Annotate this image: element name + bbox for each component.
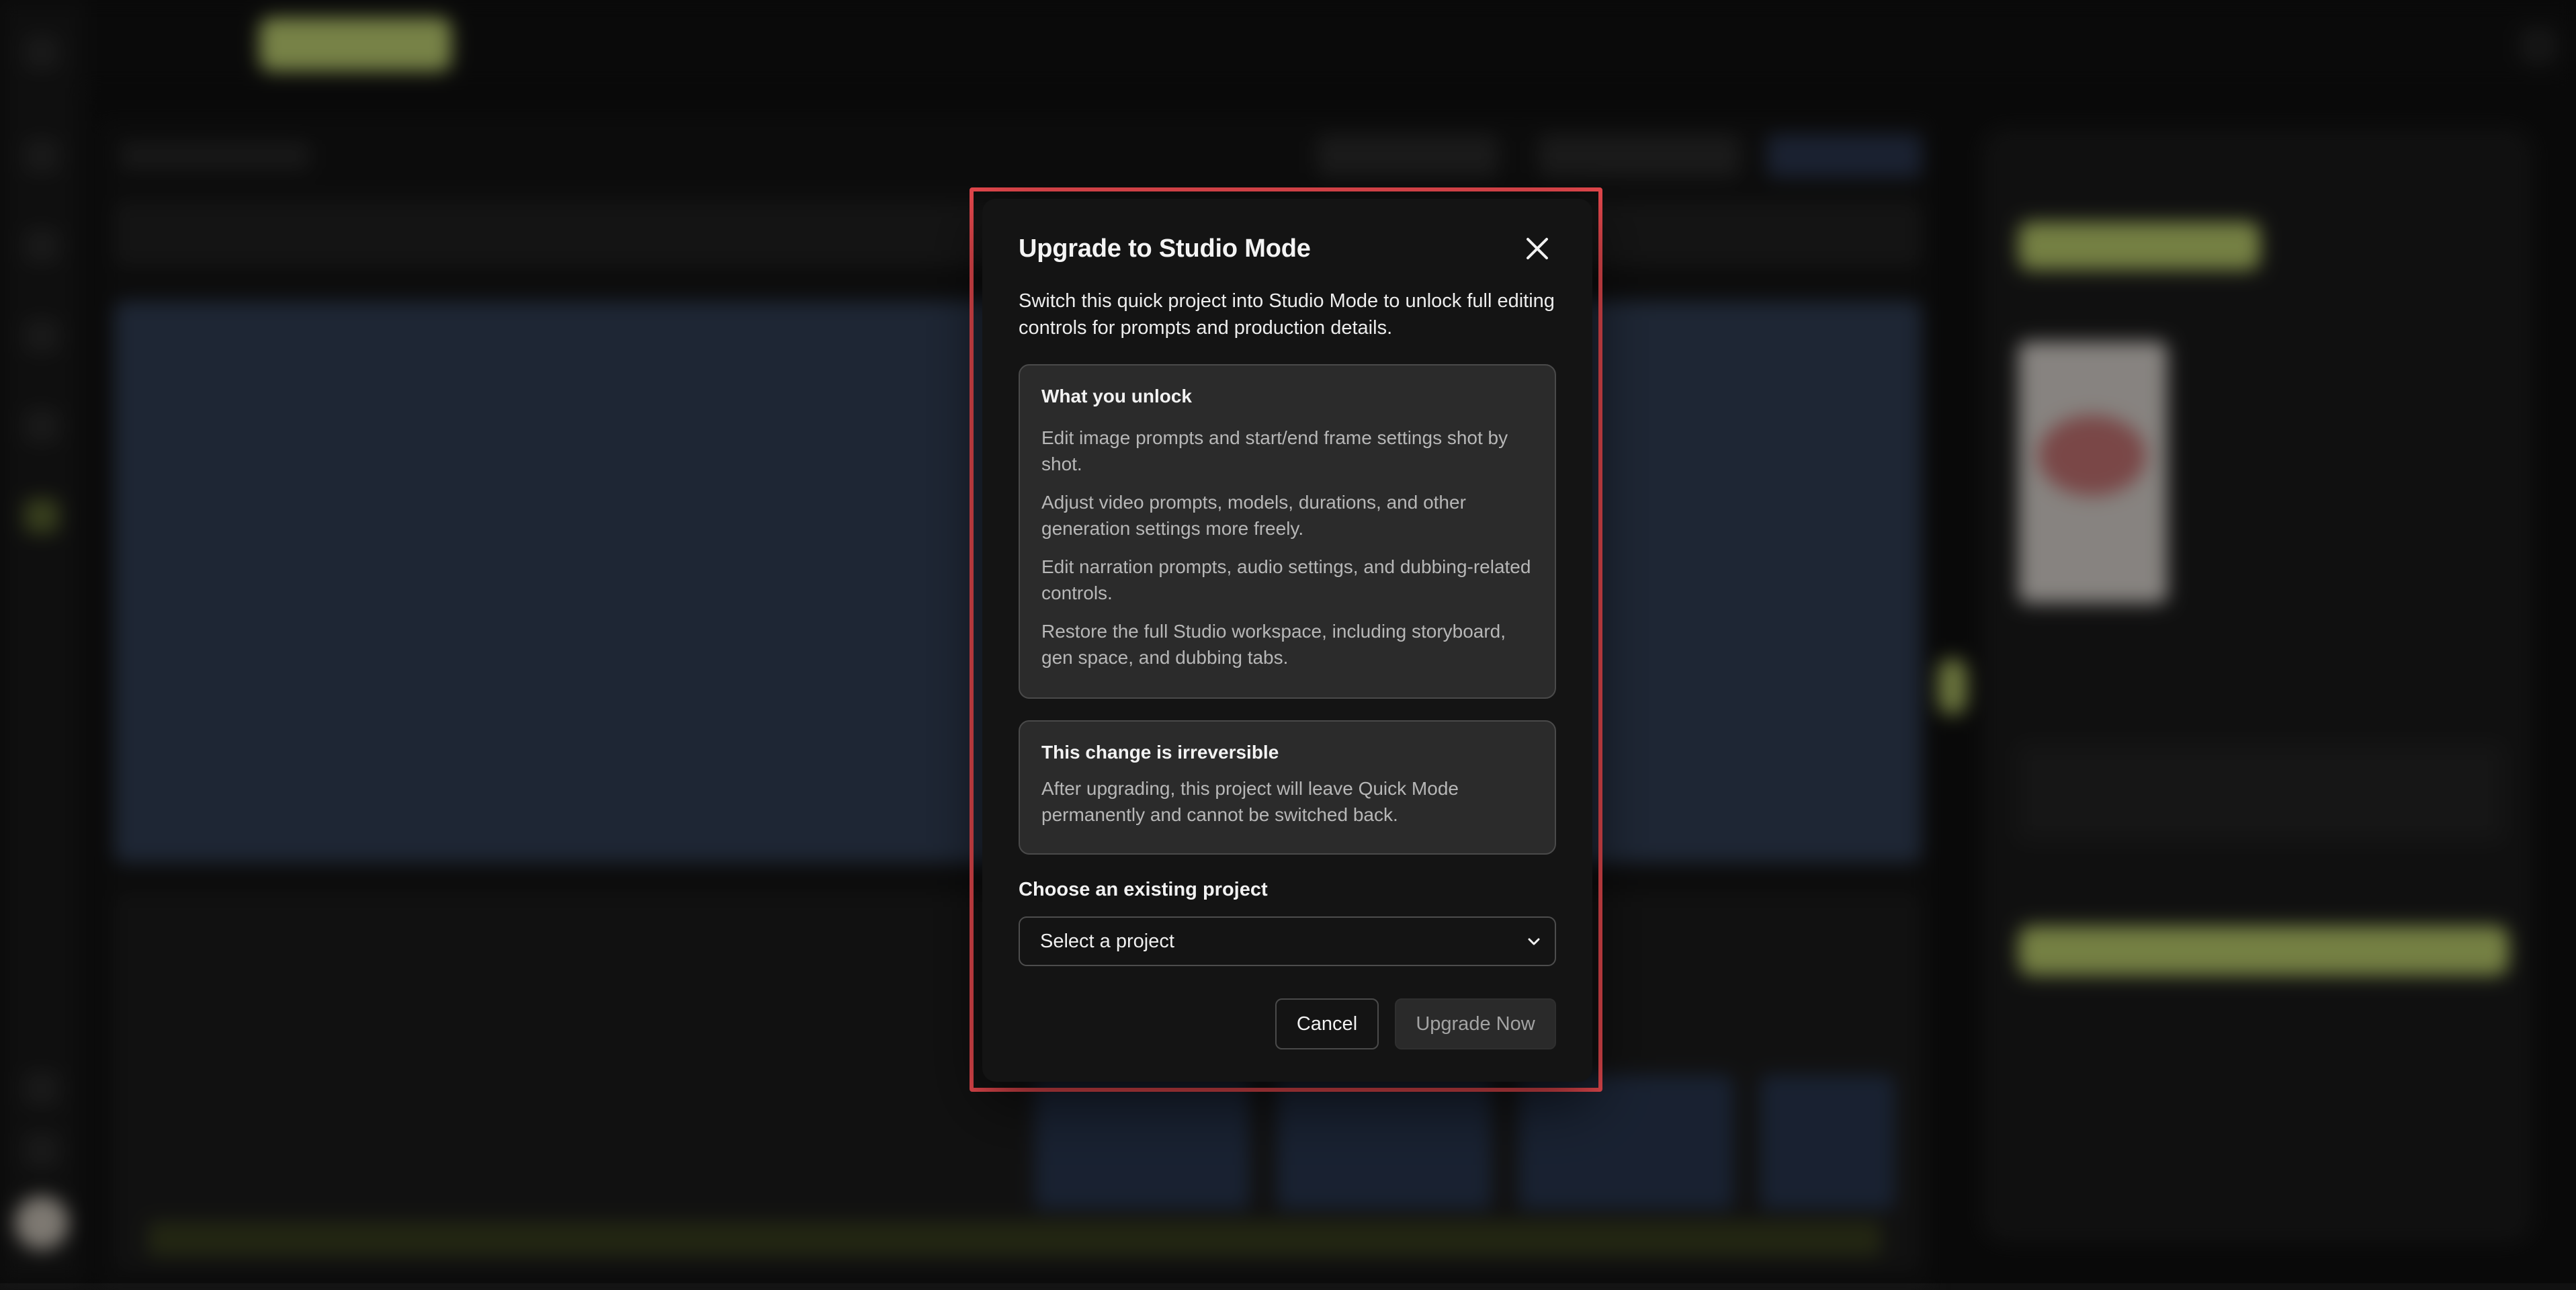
unlock-item: Edit image prompts and start/end frame s… (1041, 427, 1508, 474)
dialog-description: Switch this quick project into Studio Mo… (1019, 290, 1555, 339)
upgrade-dialog: Upgrade to Studio Mode Switch this quick… (982, 199, 1592, 1082)
unlock-item: Edit narration prompts, audio settings, … (1041, 556, 1531, 603)
close-button[interactable] (1518, 230, 1556, 267)
close-icon (1527, 238, 1548, 259)
irreversible-warning-card: This change is irreversible After upgrad… (1019, 720, 1556, 855)
dialog-header: Upgrade to Studio Mode (1019, 228, 1556, 269)
cancel-button[interactable]: Cancel (1275, 998, 1379, 1049)
unlock-card: What you unlock Edit image prompts and s… (1019, 364, 1556, 699)
warning-card-title: This change is irreversible (1041, 742, 1279, 763)
dialog-actions: Cancel Upgrade Now (1275, 998, 1556, 1049)
project-select-label: Choose an existing project (1019, 879, 1268, 900)
chevron-down-icon (1528, 938, 1540, 945)
unlock-item: Restore the full Studio workspace, inclu… (1041, 621, 1506, 668)
unlock-item: Adjust video prompts, models, durations,… (1041, 492, 1466, 539)
project-select[interactable]: Select a project (1019, 916, 1556, 966)
warning-card-body: After upgrading, this project will leave… (1041, 778, 1459, 825)
dialog-title: Upgrade to Studio Mode (1019, 234, 1311, 263)
unlock-card-title: What you unlock (1041, 386, 1192, 406)
project-select-value: Select a project (1040, 930, 1174, 952)
upgrade-now-button[interactable]: Upgrade Now (1395, 998, 1556, 1049)
